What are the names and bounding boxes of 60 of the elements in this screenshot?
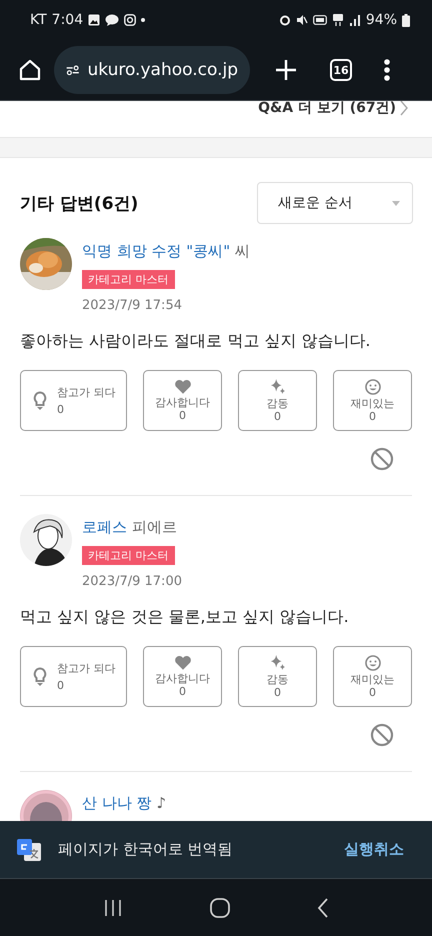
reaction-button[interactable]: 감사합니다 0 (143, 646, 222, 707)
battery-icon (402, 14, 410, 26)
recent-apps-icon[interactable] (103, 898, 123, 918)
address-bar[interactable]: ukuro.yahoo.co.jp (54, 46, 250, 94)
reaction-button[interactable]: 재미있는 0 (333, 646, 412, 707)
back-icon[interactable] (317, 896, 329, 918)
block-icon[interactable] (370, 723, 394, 747)
reaction-button[interactable]: 참고가 되다 0 (20, 370, 127, 431)
block-icon[interactable] (370, 447, 394, 471)
user-name-link[interactable]: 익명 희망 수정 "콩씨" (82, 242, 230, 261)
reaction-button[interactable]: 재미있는 0 (333, 370, 412, 431)
translation-message: 페이지가 한국어로 번역됨 (58, 840, 234, 859)
answer-text: 좋아하는 사람이라도 절대로 먹고 싶지 않습니다. (20, 331, 372, 352)
chat-bubble-icon (105, 14, 120, 26)
battery-text: 94% (366, 12, 397, 28)
category-master-badge: 카테고리 마스터 (82, 270, 174, 289)
undo-button[interactable]: 실행취소 (344, 840, 404, 859)
home-icon[interactable] (18, 58, 42, 82)
heart-icon (174, 379, 192, 394)
camera-icon (124, 14, 136, 26)
reaction-button[interactable]: 감사합니다 0 (143, 370, 222, 431)
sort-value: 새로운 순서 (278, 194, 352, 212)
more-qa-link[interactable]: Q&A 더 보기 (67건) (258, 101, 396, 116)
sparkle-icon (268, 654, 286, 670)
answer-text: 먹고 싶지 않은 것은 물론,보고 싶지 않습니다. (20, 607, 350, 628)
lightbulb-icon (33, 390, 47, 410)
clock-text: 7:04 (52, 12, 84, 28)
home-button-icon[interactable] (209, 896, 231, 918)
tab-count-button[interactable]: 16 (330, 59, 352, 81)
signal-icon (348, 14, 361, 26)
carrier-text: KT (30, 12, 47, 28)
user-suffix: 씨 (235, 242, 250, 261)
alarm-icon (278, 14, 291, 26)
user-suffix: ♪ (156, 794, 166, 812)
smiley-icon (364, 654, 380, 670)
hd-icon (312, 14, 327, 26)
mute-icon (296, 14, 308, 26)
reaction-button[interactable]: 감동 0 (238, 646, 317, 707)
smiley-icon (364, 378, 380, 394)
user-name-link[interactable]: 로페스 (82, 518, 127, 537)
user-suffix: 피에르 (132, 518, 177, 537)
site-settings-icon[interactable] (66, 63, 80, 77)
post-date: 2023/7/9 17:00 (82, 574, 182, 589)
sort-dropdown[interactable]: 새로운 순서 (257, 182, 413, 224)
user-name-link[interactable]: 산 나나 짱 (82, 794, 152, 813)
post-date: 2023/7/9 17:54 (82, 298, 182, 313)
reaction-button[interactable]: 감동 0 (238, 370, 317, 431)
reaction-button[interactable]: 참고가 되다 0 (20, 646, 127, 707)
dot-icon (141, 18, 146, 22)
sparkle-icon (268, 378, 286, 394)
heart-icon (174, 655, 192, 670)
category-master-badge: 카테고리 마스터 (82, 546, 174, 565)
lightbulb-icon (33, 666, 47, 686)
dropdown-caret-icon (392, 200, 400, 206)
translate-icon (16, 836, 42, 862)
more-menu-icon[interactable] (384, 58, 390, 82)
gallery-icon (88, 14, 100, 26)
section-title: 기타 답변(6건) (20, 192, 138, 214)
new-tab-icon[interactable] (274, 58, 298, 82)
url-text: ukuro.yahoo.co.jp (87, 60, 238, 80)
